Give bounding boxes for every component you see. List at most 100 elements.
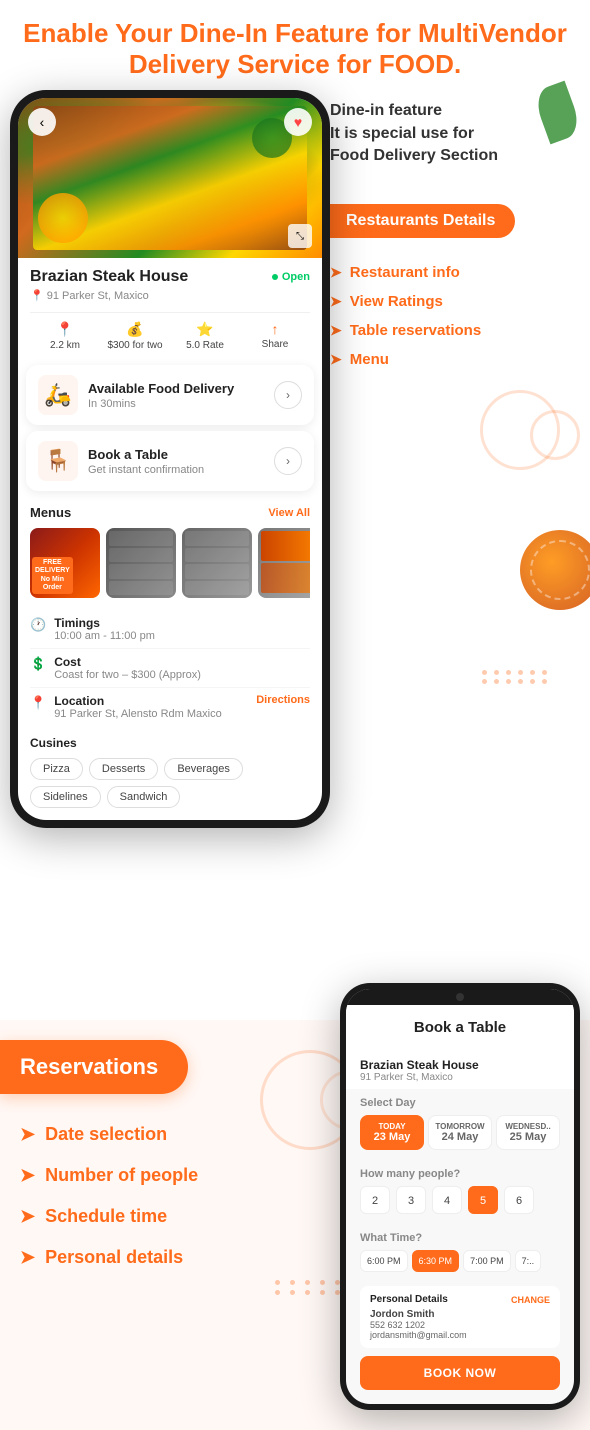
day-tomorrow[interactable]: TOMORROW 24 May: [428, 1115, 492, 1150]
book-table-arrow[interactable]: ›: [274, 447, 302, 475]
menu-thumb-4[interactable]: [258, 528, 310, 598]
pd-header: Personal Details CHANGE: [370, 1294, 550, 1305]
pd-title: Personal Details: [370, 1294, 448, 1305]
feature-menu: ➤ Menu: [330, 345, 570, 374]
arrow-icon-4: ➤: [330, 351, 342, 368]
food-image: ‹ ♥ ⤡: [18, 98, 322, 258]
menu-thumb-1[interactable]: FREEDELIVERYNo MinOrder: [30, 528, 100, 598]
restaurant-info-section: Brazian Steak House Open 📍 91 Parker St,…: [18, 258, 322, 359]
arrow-icon-people: ➤: [20, 1165, 35, 1186]
location-icon: 📍: [56, 321, 73, 338]
open-status: Open: [272, 271, 310, 283]
restaurant-name: Brazian Steak House: [30, 268, 188, 286]
location-content: Location 91 Parker St, Alensto Rdm Maxic…: [54, 694, 248, 720]
cuisines-title: Cusines: [30, 736, 310, 750]
restaurants-badge: Restaurants Details: [330, 204, 515, 238]
menu-thumb-3[interactable]: [182, 528, 252, 598]
dine-in-text: Dine-in feature It is special use for Fo…: [330, 90, 570, 177]
cost-icon: 💲: [30, 656, 46, 672]
time-more[interactable]: 7:..: [515, 1250, 542, 1272]
day-wednesday[interactable]: WEDNESD.. 25 May: [496, 1115, 560, 1150]
arrow-icon-3: ➤: [330, 322, 342, 339]
menus-grid: FREEDELIVERYNo MinOrder: [30, 528, 310, 598]
pd-name: Jordon Smith: [370, 1309, 550, 1320]
feature-view-ratings: ➤ View Ratings: [330, 287, 570, 316]
bottom-section: Reservations ➤ Date selection ➤ Number o…: [0, 1020, 590, 1430]
share-icon: ↑: [272, 321, 279, 337]
cuisine-sandwich[interactable]: Sandwich: [107, 786, 181, 808]
arrow-icon-date: ➤: [20, 1124, 35, 1145]
book-restaurant-name: Brazian Steak House: [360, 1058, 560, 1072]
feature-list: ➤ Restaurant info ➤ View Ratings ➤ Table…: [330, 258, 570, 374]
timings-content: Timings 10:00 am - 11:00 pm: [54, 616, 310, 642]
arrow-icon-time: ➤: [20, 1206, 35, 1227]
stat-distance: 📍 2.2 km: [30, 321, 100, 351]
book-table-subtitle: Get instant confirmation: [88, 464, 264, 476]
right-panel: Dine-in feature It is special use for Fo…: [330, 90, 570, 373]
pd-phone: 552 632 1202: [370, 1320, 550, 1330]
feature-table-reservations: ➤ Table reservations: [330, 316, 570, 345]
menus-section: Menus View All FREEDELIVERYNo MinOrder: [18, 497, 322, 606]
dollar-icon: 💰: [126, 321, 143, 338]
day-selector: TODAY 23 May TOMORROW 24 May WEDNESD.. 2…: [360, 1115, 560, 1150]
select-day-label: Select Day: [360, 1097, 560, 1109]
people-3[interactable]: 3: [396, 1186, 426, 1214]
delivery-card[interactable]: 🛵 Available Food Delivery In 30mins ›: [26, 365, 314, 425]
feature-restaurant-info: ➤ Restaurant info: [330, 258, 570, 287]
delivery-icon: 🛵: [38, 375, 78, 415]
book-now-button[interactable]: BOOK NOW: [360, 1356, 560, 1390]
menu-thumb-2[interactable]: [106, 528, 176, 598]
dots-deco-bottom: [275, 1280, 345, 1295]
time-label: What Time?: [360, 1232, 560, 1244]
people-4[interactable]: 4: [432, 1186, 462, 1214]
pizza-decoration: [520, 530, 590, 610]
day-today[interactable]: TODAY 23 May: [360, 1115, 424, 1150]
dots-decoration: [482, 670, 550, 684]
restaurant-name-area: Brazian Steak House 91 Parker St, Maxico: [346, 1046, 574, 1089]
reservations-badge: Reservations: [0, 1040, 188, 1094]
time-700[interactable]: 7:00 PM: [463, 1250, 511, 1272]
delivery-card-text: Available Food Delivery In 30mins: [88, 381, 264, 410]
book-restaurant-addr: 91 Parker St, Maxico: [360, 1072, 560, 1083]
book-table-card[interactable]: 🪑 Book a Table Get instant confirmation …: [26, 431, 314, 491]
cuisine-tags: Pizza Desserts Beverages Sidelines Sandw…: [30, 758, 310, 808]
delivery-arrow[interactable]: ›: [274, 381, 302, 409]
phone-right-mockup: Book a Table Brazian Steak House 91 Park…: [340, 983, 580, 1410]
stat-cost: 💰 $300 for two: [100, 321, 170, 351]
page-title: Enable Your Dine-In Feature for MultiVen…: [20, 18, 570, 80]
pd-change-button[interactable]: CHANGE: [511, 1295, 550, 1305]
cuisine-pizza[interactable]: Pizza: [30, 758, 83, 780]
info-timings: 🕐 Timings 10:00 am - 11:00 pm: [30, 610, 310, 649]
book-table-header: Book a Table: [346, 1005, 574, 1046]
cuisine-beverages[interactable]: Beverages: [164, 758, 243, 780]
restaurants-badge-container: Restaurants Details: [330, 192, 570, 250]
people-2[interactable]: 2: [360, 1186, 390, 1214]
circle-decoration-2: [530, 410, 580, 460]
view-all-button[interactable]: View All: [268, 507, 310, 519]
cost-content: Cost Coast for two – $300 (Approx): [54, 655, 310, 681]
menus-title: Menus: [30, 505, 71, 520]
time-630[interactable]: 6:30 PM: [412, 1250, 460, 1272]
people-5[interactable]: 5: [468, 1186, 498, 1214]
phone-right-inner: Book a Table Brazian Steak House 91 Park…: [346, 989, 574, 1404]
info-cost: 💲 Cost Coast for two – $300 (Approx): [30, 649, 310, 688]
cuisines-section: Cusines Pizza Desserts Beverages Sidelin…: [18, 730, 322, 820]
cuisine-sidelines[interactable]: Sidelines: [30, 786, 101, 808]
top-section: ‹ ♥ ⤡ Brazian Steak House Open 📍 91 Park…: [0, 90, 590, 1010]
directions-link[interactable]: Directions: [256, 694, 310, 706]
expand-button[interactable]: ⤡: [288, 224, 312, 248]
time-600[interactable]: 6:00 PM: [360, 1250, 408, 1272]
book-table-text: Book a Table Get instant confirmation: [88, 447, 264, 476]
delivery-subtitle: In 30mins: [88, 398, 264, 410]
people-section: How many people? 2 3 4 5 6: [346, 1160, 574, 1222]
cuisine-desserts[interactable]: Desserts: [89, 758, 158, 780]
people-6[interactable]: 6: [504, 1186, 534, 1214]
phone-left-inner: ‹ ♥ ⤡ Brazian Steak House Open 📍 91 Park…: [18, 98, 322, 820]
star-icon: ⭐: [196, 321, 213, 338]
restaurant-address: 📍 91 Parker St, Maxico: [30, 289, 310, 302]
phone-camera: [346, 989, 574, 1005]
stat-share: ↑ Share: [240, 321, 310, 351]
people-label: How many people?: [360, 1168, 560, 1180]
stat-rating: ⭐ 5.0 Rate: [170, 321, 240, 351]
book-table-title: Book a Table: [88, 447, 264, 462]
